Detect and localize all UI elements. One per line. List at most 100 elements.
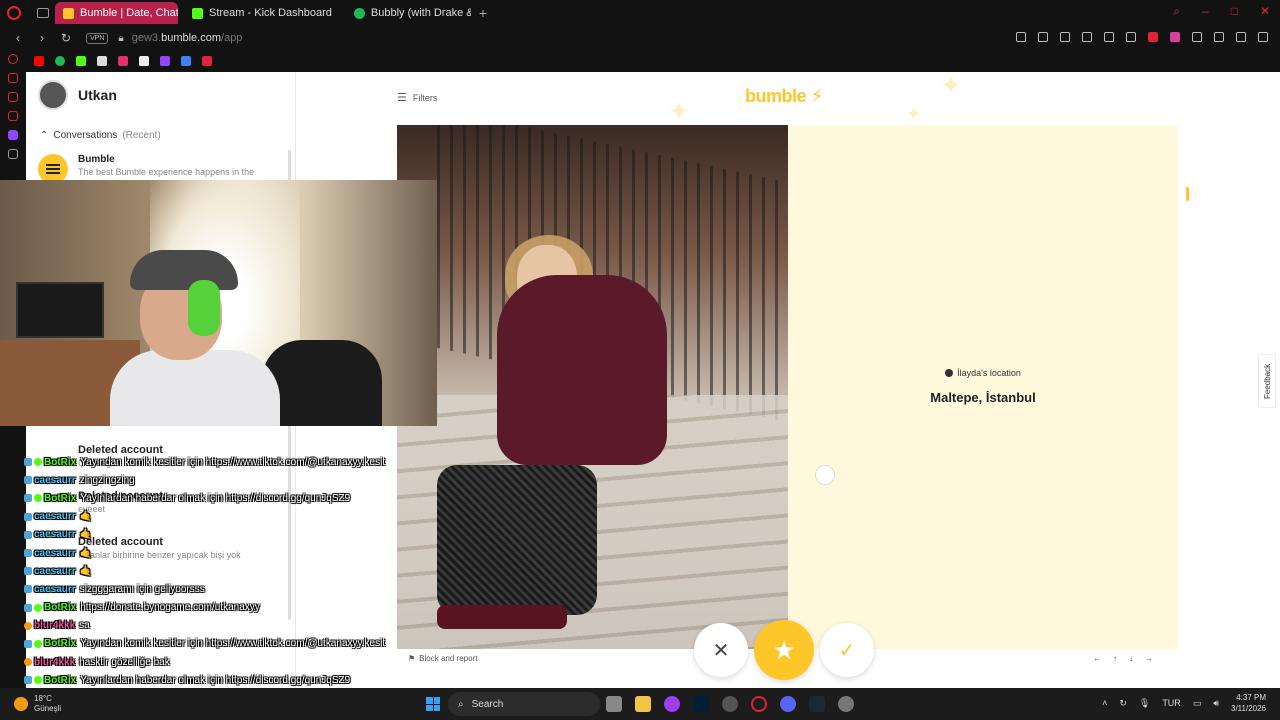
bookmark-icon[interactable]: [1016, 32, 1026, 42]
app-icon[interactable]: [838, 696, 854, 712]
microphone-icon[interactable]: 🎙︎: [1139, 698, 1150, 709]
url-path: /app: [221, 32, 243, 44]
opera-icon[interactable]: [751, 696, 767, 712]
app-icon[interactable]: [664, 696, 680, 712]
puzzle-icon[interactable]: [1192, 32, 1202, 42]
adblock-icon[interactable]: [1148, 32, 1158, 42]
webcam-tv: [16, 282, 104, 338]
address-bar: ‹ › ↻ VPN 🔒︎ gew3.bumble.com/app: [0, 26, 1280, 50]
music-icon[interactable]: [8, 111, 18, 121]
chat-text: zingzingzing: [79, 474, 135, 486]
chat-username: blur4kkk: [34, 620, 76, 632]
opera-addons-icon[interactable]: [202, 56, 212, 66]
avatar[interactable]: [38, 80, 68, 110]
opera-logo-icon[interactable]: [7, 6, 21, 20]
vpn-badge[interactable]: VPN: [86, 32, 109, 44]
tab-kick[interactable]: Stream - Kick Dashboard: [184, 2, 340, 24]
tiktok-icon[interactable]: [139, 56, 149, 66]
clock[interactable]: 4:37 PM 3/11/2026: [1231, 692, 1266, 714]
extension-icon[interactable]: [1170, 32, 1180, 42]
close-icon[interactable]: ✕: [1260, 4, 1270, 19]
minimize-icon[interactable]: –: [1202, 4, 1209, 19]
messenger-icon[interactable]: [8, 73, 18, 83]
time: 4:37 PM: [1236, 693, 1266, 702]
chat-badge-icon: [24, 458, 32, 467]
bot-badge-icon: [34, 639, 42, 648]
twitch-icon[interactable]: [160, 56, 170, 66]
feedback-button[interactable]: Feedback: [1258, 354, 1276, 408]
back-icon[interactable]: ‹: [12, 31, 24, 45]
chevron-up-icon: ⌃: [40, 130, 49, 141]
tab-label: Bubbly (with Drake & T: [370, 7, 471, 19]
bot-badge-icon: [34, 676, 42, 685]
lock-icon[interactable]: 🔒︎: [118, 33, 123, 44]
profile-row[interactable]: Utkan: [38, 80, 117, 110]
chat-username: BotRix: [44, 602, 77, 614]
chat-message: caesaurr sizgggaramı için geliyoorsss: [24, 580, 404, 598]
kick-icon[interactable]: [76, 56, 86, 66]
like-button[interactable]: ✓: [820, 623, 874, 677]
aria-ai-icon[interactable]: [1236, 32, 1246, 42]
file-explorer-icon[interactable]: [635, 696, 651, 712]
snapshot-icon[interactable]: [1038, 32, 1048, 42]
photo-dress: [497, 275, 667, 465]
language-indicator[interactable]: TUR: [1162, 698, 1181, 708]
instagram-sidebar-icon[interactable]: [8, 92, 18, 102]
app-icon[interactable]: [181, 56, 191, 66]
task-view-icon[interactable]: [606, 696, 622, 712]
windows-start-icon[interactable]: [426, 697, 440, 711]
aria-icon[interactable]: [8, 54, 18, 64]
chat-message: blur4kkk sa: [24, 617, 404, 635]
forward-icon[interactable]: ›: [36, 31, 48, 45]
volume-icon[interactable]: 🔊︎: [1213, 698, 1219, 709]
wallet-icon[interactable]: [1214, 32, 1224, 42]
photoshop-icon[interactable]: [693, 696, 709, 712]
conversations-header[interactable]: ⌃ Conversations (Recent): [40, 130, 161, 141]
taskbar-search[interactable]: ⌕ Search: [448, 692, 600, 716]
superswipe-button[interactable]: ★: [754, 620, 814, 680]
recent-label: (Recent): [122, 130, 161, 141]
webcam-overlay: [0, 180, 437, 426]
instagram-icon[interactable]: [118, 56, 128, 66]
vote-actions: ✕ ★ ✓: [694, 620, 874, 680]
monitor-icon[interactable]: ▭: [1193, 698, 1202, 709]
chat-message: BotRix Yayından komik kesitler için https…: [24, 635, 404, 653]
shield-icon[interactable]: [1060, 32, 1070, 42]
scroll-indicator[interactable]: [815, 465, 835, 485]
url-field[interactable]: gew3.bumble.com/app: [132, 32, 243, 44]
maximize-icon[interactable]: □: [1231, 4, 1238, 19]
tab-bumble[interactable]: Bumble | Date, Chat, Meet: [55, 2, 178, 24]
block-report-link[interactable]: ⚑ Block and report: [408, 654, 477, 663]
chat-badge-icon: [24, 603, 32, 612]
system-tray: ˄ ↻ 🎙︎ TUR ▭ 🔊︎ 4:37 PM 3/11/2026: [1102, 692, 1266, 714]
weather-widget[interactable]: 18°C Güneşli: [14, 694, 61, 714]
search-tabs-icon[interactable]: ⌕: [1173, 4, 1180, 19]
app-icon[interactable]: [722, 696, 738, 712]
x-icon[interactable]: [97, 56, 107, 66]
location-pin-icon: [945, 369, 954, 377]
filters-button[interactable]: ☰ Filters: [397, 91, 437, 104]
date: 3/11/2026: [1231, 704, 1266, 713]
chevron-up-icon[interactable]: ˄: [1102, 698, 1107, 708]
tab-islands-icon[interactable]: [37, 8, 49, 18]
translate-icon[interactable]: [1082, 32, 1092, 42]
menu-icon[interactable]: [1258, 32, 1268, 42]
discord-icon[interactable]: [780, 696, 796, 712]
sync-icon[interactable]: ↻: [1119, 698, 1127, 709]
steam-icon[interactable]: [809, 696, 825, 712]
chat-text: Yayından komik kesitler için https://www…: [80, 638, 386, 650]
profile-scrollbar[interactable]: [1186, 187, 1189, 201]
new-tab-icon[interactable]: +: [479, 5, 487, 21]
heart-icon[interactable]: [1126, 32, 1136, 42]
chat-username: BotRix: [44, 638, 77, 650]
play-icon[interactable]: [1104, 32, 1114, 42]
pass-button[interactable]: ✕: [694, 623, 748, 677]
twitch-sidebar-icon[interactable]: [8, 130, 18, 140]
profile-photo[interactable]: [397, 125, 788, 649]
flag-icon: ⚑: [408, 654, 416, 663]
x-sidebar-icon[interactable]: [8, 149, 18, 159]
reload-icon[interactable]: ↻: [60, 31, 72, 45]
tab-spotify[interactable]: Bubbly (with Drake & T: [346, 2, 471, 24]
youtube-icon[interactable]: [34, 56, 44, 66]
spotify-icon[interactable]: [55, 56, 65, 66]
